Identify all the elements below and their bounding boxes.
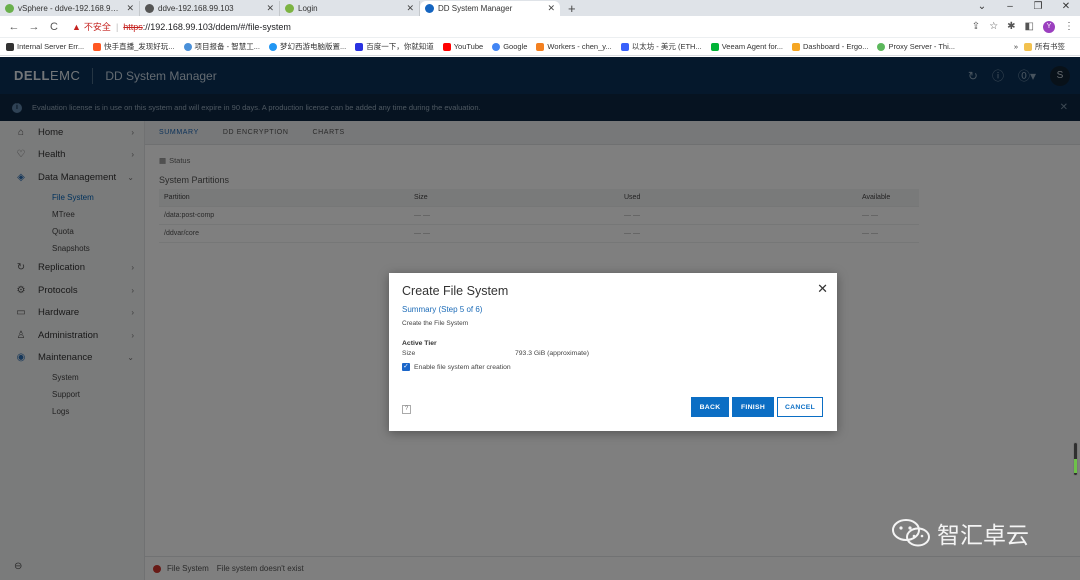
create-file-system-dialog: ✕ Create File System Summary (Step 5 of … (389, 273, 837, 431)
folder-icon (1024, 42, 1032, 51)
share-icon[interactable]: ⇪ (972, 21, 980, 32)
active-tier-heading: Active Tier (402, 340, 437, 347)
browser-tab-vsphere[interactable]: vSphere - ddve-192.168.99.10 ✕ (0, 1, 140, 16)
bookmark-favicon-icon (93, 42, 102, 51)
bookmark-item[interactable]: Internal Server Err... (6, 42, 84, 51)
enable-fs-label: Enable file system after creation (414, 363, 511, 371)
window-controls: ⌄ – ❐ ✕ (968, 0, 1080, 16)
extensions-icon[interactable]: ✱ (1007, 21, 1015, 32)
close-icon[interactable]: ✕ (817, 281, 828, 297)
login-favicon-icon (285, 4, 294, 13)
tab-title: Login (298, 4, 318, 13)
browser-tab-dd-system-manager[interactable]: DD System Manager ✕ (420, 1, 560, 16)
vsphere-favicon-icon (5, 4, 14, 13)
bookmark-favicon-icon (355, 42, 364, 51)
watermark-text: 智汇卓云 (937, 522, 1029, 548)
finish-button[interactable]: FINISH (732, 397, 774, 417)
menu-icon[interactable]: ⋮ (1064, 21, 1074, 32)
bookmark-favicon-icon (710, 42, 719, 51)
bookmark-item[interactable]: Workers - chen_y... (536, 42, 612, 51)
bookmark-favicon-icon (6, 42, 14, 51)
bookmark-favicon-icon (877, 42, 886, 51)
url-protocol: https (123, 21, 143, 32)
all-bookmarks-folder[interactable]: 所有书签 (1024, 41, 1065, 52)
bookmark-item[interactable]: Dashboard - Ergo... (792, 42, 868, 51)
size-value: 793.3 GiB (approximate) (515, 350, 590, 357)
checkmark-icon[interactable]: ✓ (402, 363, 410, 371)
dd-favicon-icon (425, 4, 434, 13)
bookmark-item[interactable]: 百度一下，你就知道 (355, 41, 434, 52)
address-bar[interactable]: ▲ 不安全 | https ://192.168.99.103/ddem/#/f… (72, 18, 972, 36)
enable-fs-checkbox[interactable]: ✓ Enable file system after creation (402, 363, 511, 371)
bookmark-item[interactable]: Veeam Agent for... (710, 42, 783, 51)
browser-tab-login[interactable]: Login ✕ (280, 1, 420, 16)
bookmark-item[interactable]: Proxy Server - Thi... (877, 42, 955, 51)
close-tab-icon[interactable]: ✕ (547, 3, 555, 14)
bookmarks-right: » 所有书签 (1014, 41, 1074, 52)
cancel-button[interactable]: CANCEL (777, 397, 823, 417)
bookmark-favicon-icon (268, 42, 277, 51)
browser-tabstrip: vSphere - ddve-192.168.99.10 ✕ ddve-192.… (0, 0, 1080, 16)
forward-arrow-icon[interactable]: → (26, 21, 42, 33)
close-tab-icon[interactable]: ✕ (266, 3, 274, 14)
reload-icon[interactable]: C (46, 21, 62, 33)
bookmark-favicon-icon (183, 42, 192, 51)
tab-title: vSphere - ddve-192.168.99.10 (18, 4, 123, 13)
security-label: 不安全 (83, 22, 111, 32)
browser-tab-ddve[interactable]: ddve-192.168.99.103 ✕ (140, 1, 280, 16)
star-icon[interactable]: ☆ (989, 21, 998, 32)
help-icon[interactable]: ? (402, 405, 411, 414)
bookmark-favicon-icon (620, 42, 629, 51)
close-tab-icon[interactable]: ✕ (406, 3, 414, 14)
youtube-icon (442, 42, 451, 51)
bookmark-item[interactable]: 项目报备 - 智慧工... (183, 41, 260, 52)
sidepanel-icon[interactable]: ◧ (1025, 21, 1034, 32)
url-text: ://192.168.99.103/ddem/#/file-system (142, 21, 291, 32)
dialog-title: Create File System (402, 284, 509, 298)
warning-icon: ▲ (72, 21, 81, 32)
close-tab-icon[interactable]: ✕ (126, 3, 134, 14)
wechat-icon (892, 519, 930, 547)
toolbar-actions: ⇪ ☆ ✱ ◧ Y ⋮ (972, 20, 1074, 33)
watermark: 智汇卓云 (891, 516, 1029, 550)
bookmarks-bar: Internal Server Err... 快手直播_发现好玩... 项目报备… (0, 38, 1080, 56)
google-icon (492, 42, 501, 51)
more-bookmarks-button[interactable]: » (1014, 42, 1018, 51)
back-button[interactable]: BACK (691, 397, 729, 417)
wizard-step: Summary (Step 5 of 6) (402, 305, 483, 314)
size-label: Size (402, 350, 416, 357)
bookmark-item[interactable]: Google (492, 42, 527, 51)
back-arrow-icon[interactable]: ← (6, 21, 22, 33)
bookmark-item[interactable]: 梦幻西游电脑版置... (268, 41, 346, 52)
bookmark-favicon-icon (792, 42, 801, 51)
tab-search-icon[interactable]: ⌄ (968, 0, 996, 16)
new-tab-button[interactable]: + (560, 1, 584, 16)
minimize-icon[interactable]: – (996, 0, 1024, 16)
tab-title: ddve-192.168.99.103 (158, 4, 234, 13)
bookmark-item[interactable]: YouTube (442, 42, 483, 51)
bookmark-favicon-icon (536, 42, 545, 51)
tab-title: DD System Manager (438, 4, 513, 13)
dialog-description: Create the File System (402, 320, 469, 327)
close-window-icon[interactable]: ✕ (1052, 0, 1080, 16)
browser-toolbar: ← → C ▲ 不安全 | https ://192.168.99.103/dd… (0, 16, 1080, 38)
volume-indicator (1073, 442, 1078, 476)
profile-avatar[interactable]: Y (1043, 20, 1055, 33)
divider: | (115, 21, 119, 32)
bookmark-item[interactable]: 快手直播_发现好玩... (93, 41, 175, 52)
restore-icon[interactable]: ❐ (1024, 0, 1052, 16)
github-favicon-icon (145, 4, 154, 13)
bookmark-item[interactable]: 以太坊 - 美元 (ETH... (620, 41, 702, 52)
